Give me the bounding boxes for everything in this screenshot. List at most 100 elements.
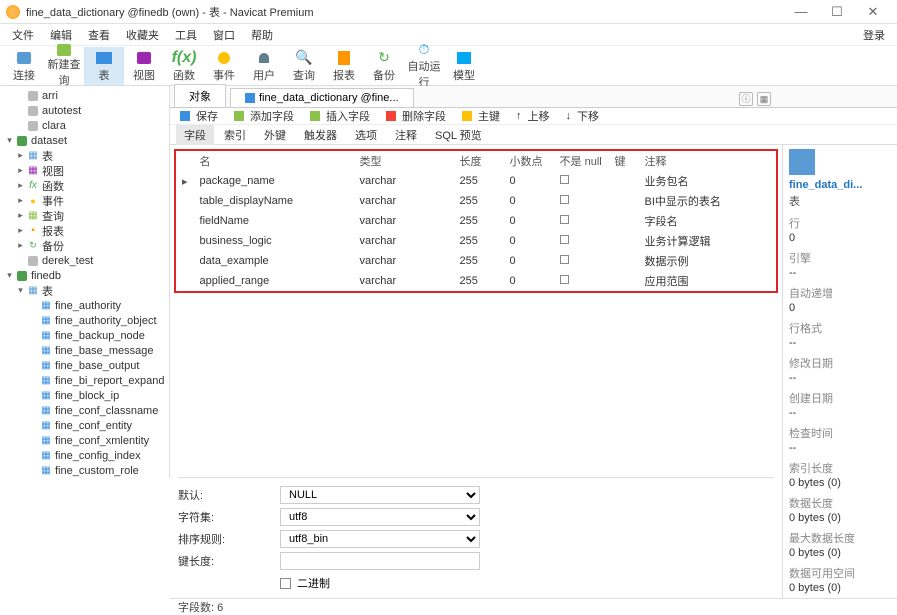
menu-window[interactable]: 窗口 [205, 27, 243, 43]
table-node[interactable]: fine_conf_entity [0, 418, 169, 433]
tool-report[interactable]: 报表 [324, 47, 364, 85]
default-select[interactable]: NULL [280, 486, 480, 504]
binary-checkbox[interactable] [280, 578, 291, 589]
tool-model[interactable]: 模型 [444, 47, 484, 85]
subtab-fk[interactable]: 外键 [256, 125, 294, 145]
field-row[interactable]: data_examplevarchar2550数据示例 [176, 251, 776, 271]
minimize-button[interactable]: — [783, 4, 819, 20]
gridview-button[interactable]: ▦ [757, 92, 771, 106]
db-node[interactable]: ▾finedb [0, 268, 169, 283]
move-up-button[interactable]: ↑ 上移 [512, 108, 558, 124]
subtab-triggers[interactable]: 触发器 [296, 125, 345, 145]
table-node[interactable]: fine_conf_xmlentity [0, 433, 169, 448]
menu-file[interactable]: 文件 [4, 27, 42, 43]
notnull-checkbox[interactable] [560, 175, 569, 184]
delete-field-button[interactable]: 删除字段 [382, 108, 454, 124]
functions-folder[interactable]: ▸函数 [0, 178, 169, 193]
move-down-button[interactable]: ↓ 下移 [562, 108, 608, 124]
user-icon [254, 49, 274, 67]
maximize-button[interactable]: ☐ [819, 4, 855, 20]
col-name[interactable]: 名 [194, 151, 354, 171]
subtab-options[interactable]: 选项 [347, 125, 385, 145]
connection-tree[interactable]: arri autotest clara ▾dataset ▸表 ▸视图 ▸函数 … [0, 86, 170, 478]
tool-user[interactable]: 用户 [244, 47, 284, 85]
field-row[interactable]: applied_rangevarchar2550应用范围 [176, 271, 776, 291]
table-node[interactable]: fine_authority [0, 298, 169, 313]
tool-view[interactable]: 视图 [124, 47, 164, 85]
table-node[interactable]: fine_base_message [0, 343, 169, 358]
charset-select[interactable]: utf8 [280, 508, 480, 526]
field-row[interactable]: ▸package_namevarchar2550业务包名 [176, 171, 776, 191]
menu-view[interactable]: 查看 [80, 27, 118, 43]
collation-select[interactable]: utf8_bin [280, 530, 480, 548]
menu-edit[interactable]: 编辑 [42, 27, 80, 43]
table-icon [94, 49, 114, 67]
keylen-input[interactable] [280, 552, 480, 570]
tool-new-query[interactable]: 新建查询 [44, 47, 84, 85]
menu-help[interactable]: 帮助 [243, 27, 281, 43]
add-field-button[interactable]: 添加字段 [230, 108, 302, 124]
field-grid[interactable]: 名 类型 长度 小数点 不是 null 键 注释 ▸package_nameva… [174, 149, 778, 293]
primary-key-button[interactable]: 主键 [458, 108, 508, 124]
db-node[interactable]: autotest [0, 103, 169, 118]
db-node[interactable]: clara [0, 118, 169, 133]
views-folder[interactable]: ▸视图 [0, 163, 169, 178]
table-node[interactable]: fine_base_output [0, 358, 169, 373]
table-node[interactable]: fine_config_index [0, 448, 169, 463]
tool-auto[interactable]: 自动运行 [404, 47, 444, 85]
tool-backup[interactable]: 备份 [364, 47, 404, 85]
tables-folder[interactable]: ▸表 [0, 148, 169, 163]
collation-label: 排序规则: [178, 531, 278, 547]
login-link[interactable]: 登录 [855, 27, 893, 43]
notnull-checkbox[interactable] [560, 215, 569, 224]
col-decimal[interactable]: 小数点 [504, 151, 554, 171]
field-row[interactable]: business_logicvarchar2550业务计算逻辑 [176, 231, 776, 251]
search-icon [294, 49, 314, 67]
tool-table[interactable]: 表 [84, 47, 124, 85]
tab-current[interactable]: fine_data_dictionary @fine... [230, 88, 414, 107]
tool-function[interactable]: f(x)函数 [164, 47, 204, 85]
events-folder[interactable]: ▸事件 [0, 193, 169, 208]
status-bar: 字段数: 6 [170, 598, 897, 615]
tool-event[interactable]: 事件 [204, 47, 244, 85]
menu-favorites[interactable]: 收藏夹 [118, 27, 167, 43]
notnull-checkbox[interactable] [560, 255, 569, 264]
field-row[interactable]: table_displayNamevarchar2550BI中显示的表名 [176, 191, 776, 211]
save-button[interactable]: 保存 [176, 108, 226, 124]
col-comment[interactable]: 注释 [639, 151, 776, 171]
tool-search[interactable]: 查询 [284, 47, 324, 85]
db-node[interactable]: ▾dataset [0, 133, 169, 148]
notnull-checkbox[interactable] [560, 275, 569, 284]
subtab-sql[interactable]: SQL 预览 [427, 125, 490, 145]
tab-objects[interactable]: 对象 [174, 84, 226, 107]
db-node[interactable]: arri [0, 88, 169, 103]
notnull-checkbox[interactable] [560, 195, 569, 204]
col-key[interactable]: 键 [609, 151, 639, 171]
property-section: 行0 [789, 215, 891, 244]
backups-folder[interactable]: ▸备份 [0, 238, 169, 253]
subtab-notes[interactable]: 注释 [387, 125, 425, 145]
insert-field-button[interactable]: 插入字段 [306, 108, 378, 124]
subtab-indexes[interactable]: 索引 [216, 125, 254, 145]
col-notnull[interactable]: 不是 null [554, 151, 609, 171]
col-type[interactable]: 类型 [354, 151, 454, 171]
close-button[interactable]: ✕ [855, 4, 891, 20]
reports-folder[interactable]: ▸报表 [0, 223, 169, 238]
plug-icon [14, 49, 34, 67]
table-node[interactable]: fine_conf_classname [0, 403, 169, 418]
table-node[interactable]: fine_bi_report_expand [0, 373, 169, 388]
tool-connection[interactable]: 连接 [4, 47, 44, 85]
queries-folder[interactable]: ▸查询 [0, 208, 169, 223]
table-node[interactable]: fine_authority_object [0, 313, 169, 328]
subtab-fields[interactable]: 字段 [176, 125, 214, 145]
menu-tools[interactable]: 工具 [167, 27, 205, 43]
db-node[interactable]: derek_test [0, 253, 169, 268]
notnull-checkbox[interactable] [560, 235, 569, 244]
table-node[interactable]: fine_block_ip [0, 388, 169, 403]
col-length[interactable]: 长度 [454, 151, 504, 171]
field-row[interactable]: fieldNamevarchar2550字段名 [176, 211, 776, 231]
table-node[interactable]: fine_custom_role [0, 463, 169, 478]
table-node[interactable]: fine_backup_node [0, 328, 169, 343]
tables-folder[interactable]: ▾表 [0, 283, 169, 298]
info-button[interactable]: ⓘ [739, 92, 753, 106]
